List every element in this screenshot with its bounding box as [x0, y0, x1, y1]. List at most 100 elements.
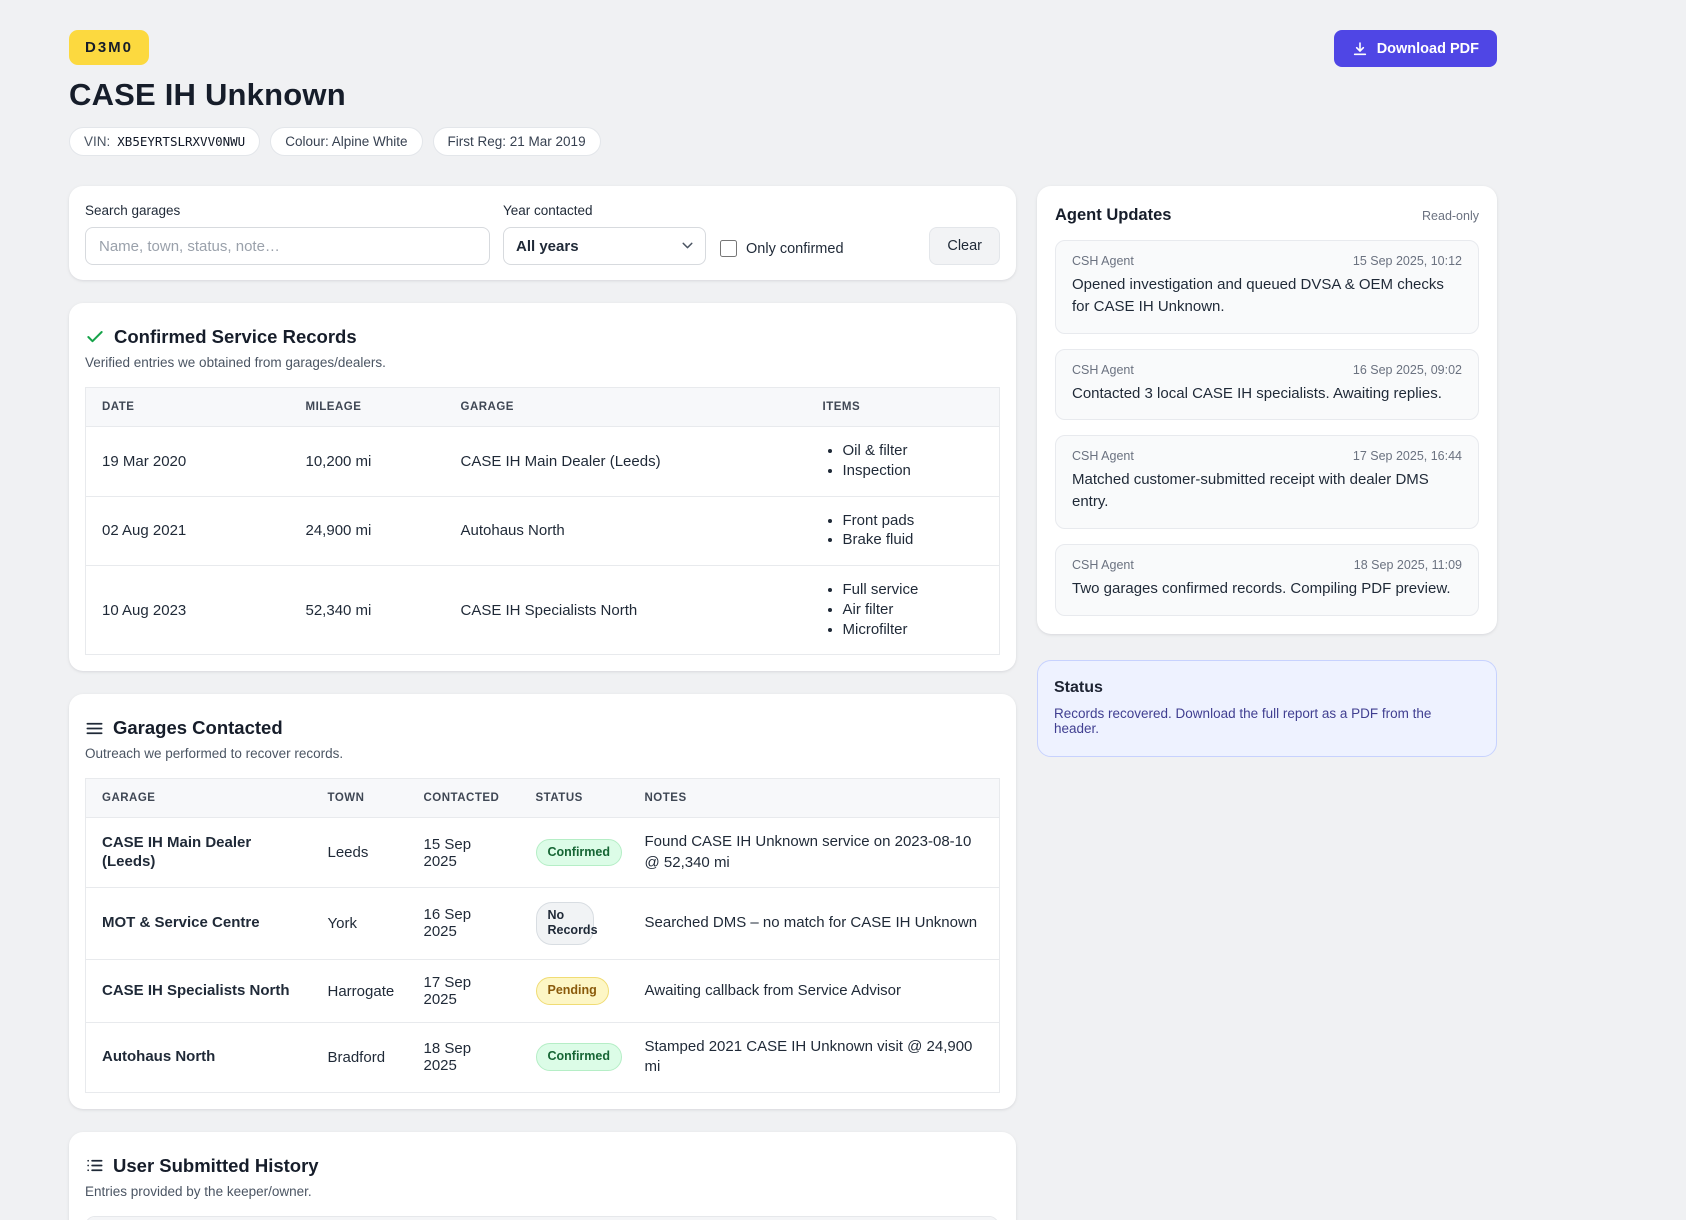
- table-row: MOT & Service Centre York 16 Sep 2025 No…: [85, 886, 1000, 960]
- garage-name: CASE IH Main Dealer (Leeds): [102, 833, 252, 870]
- garage-status-cell: Pending: [519, 959, 629, 1023]
- list-icon: [85, 1156, 104, 1175]
- garage-notes: Stamped 2021 CASE IH Unknown visit @ 24,…: [628, 1022, 1000, 1092]
- search-field-group: Search garages: [85, 203, 490, 265]
- colour-chip: Colour: Alpine White: [270, 127, 423, 156]
- garage-town: York: [311, 886, 408, 960]
- table-row: Autohaus North Bradford 18 Sep 2025 Conf…: [85, 1022, 1000, 1092]
- garage-status-cell: No Records: [519, 886, 629, 960]
- table-row: CASE IH Specialists North Harrogate 17 S…: [85, 959, 1000, 1023]
- record-item: Microfilter: [843, 621, 984, 640]
- agent-author: CSH Agent: [1072, 557, 1134, 572]
- agent-update-card: CSH Agent 15 Sep 2025, 10:12 Opened inve…: [1055, 240, 1479, 334]
- column-header-notes: NOTES: [628, 778, 1000, 819]
- garages-contacted-table: GARAGE TOWN CONTACTED STATUS NOTES CASE …: [85, 778, 1000, 1093]
- section-title-confirmed-records: Confirmed Service Records: [114, 326, 357, 347]
- section-subtitle: Verified entries we obtained from garage…: [85, 355, 386, 370]
- header-left: D3M0 CASE IH Unknown VIN: XB5EYRTSLRXVV0…: [69, 30, 601, 156]
- confirmed-records-table: DATE MILEAGE GARAGE ITEMS 19 Mar 2020 10…: [85, 387, 1000, 656]
- status-badge: Pending: [535, 977, 609, 1005]
- agent-timestamp: 18 Sep 2025, 11:09: [1353, 557, 1462, 572]
- column-header-status: STATUS: [519, 778, 629, 819]
- agent-updates-list: CSH Agent 15 Sep 2025, 10:12 Opened inve…: [1055, 240, 1479, 616]
- garage-notes: Found CASE IH Unknown service on 2023-08…: [644, 833, 972, 871]
- agent-updates-panel: Agent Updates Read-only CSH Agent 15 Sep…: [1037, 186, 1497, 634]
- search-input[interactable]: [85, 227, 490, 265]
- page: D3M0 CASE IH Unknown VIN: XB5EYRTSLRXVV0…: [0, 0, 1686, 1220]
- only-confirmed-checkbox[interactable]: [720, 240, 737, 257]
- record-garage: Autohaus North: [444, 495, 807, 566]
- menu-icon: [85, 719, 104, 738]
- page-title: CASE IH Unknown: [69, 77, 346, 112]
- column-header-items: ITEMS: [806, 387, 1000, 427]
- agent-update-card: CSH Agent 17 Sep 2025, 16:44 Matched cus…: [1055, 435, 1479, 529]
- history-entry: 12 Sep 2020 15,800 mi Oil & filter at ho…: [85, 1215, 999, 1220]
- garage-town: Harrogate: [311, 959, 408, 1023]
- column-header-garage: GARAGE: [85, 778, 312, 819]
- garage-status-cell: Confirmed: [520, 818, 629, 888]
- table-row: 19 Mar 2020 10,200 mi CASE IH Main Deale…: [86, 427, 1000, 497]
- clear-button[interactable]: Clear: [929, 227, 1000, 265]
- year-label: Year contacted: [503, 203, 593, 218]
- column-header-town: TOWN: [311, 778, 408, 819]
- table-row: 02 Aug 2021 24,900 mi Autohaus North Fro…: [85, 495, 1000, 566]
- section-title-garages-contacted: Garages Contacted: [113, 717, 283, 739]
- record-mileage: 24,900 mi: [289, 495, 445, 566]
- main-column: Search garages Year contacted All years: [69, 186, 1016, 1220]
- only-confirmed-toggle[interactable]: Only confirmed: [720, 240, 844, 257]
- record-items: Front padsBrake fluid: [806, 495, 1000, 566]
- garage-name: Autohaus North: [85, 1022, 312, 1092]
- download-icon: [1352, 41, 1368, 57]
- garage-name: MOT & Service Centre: [85, 886, 312, 960]
- status-badge: Confirmed: [535, 1043, 622, 1072]
- status-panel: Status Records recovered. Download the f…: [1037, 659, 1497, 757]
- record-item: Inspection: [843, 462, 984, 481]
- first-reg-chip: First Reg: 21 Mar 2019: [432, 127, 601, 156]
- garages-contacted-section: Garages Contacted Outreach we performed …: [69, 694, 1016, 1109]
- record-mileage: 52,340 mi: [289, 564, 445, 655]
- garage-contacted-date: 16 Sep 2025: [407, 886, 520, 960]
- status-badge: No Records: [535, 901, 598, 945]
- section-title-user-history: User Submitted History: [113, 1154, 319, 1176]
- check-icon: [85, 327, 105, 347]
- demo-badge: D3M0: [69, 30, 150, 65]
- year-select[interactable]: All years: [503, 227, 706, 265]
- readonly-badge: Read-only: [1422, 209, 1479, 223]
- record-date: 10 Aug 2023: [85, 564, 290, 655]
- garage-contacted-date: 17 Sep 2025: [407, 959, 520, 1023]
- filter-bar: Search garages Year contacted All years: [69, 186, 1016, 280]
- status-title: Status: [1054, 678, 1103, 696]
- confirmed-records-section: Confirmed Service Records Verified entri…: [69, 303, 1016, 672]
- record-date: 02 Aug 2021: [85, 495, 290, 566]
- year-field-group: Year contacted All years: [503, 203, 706, 265]
- agent-author: CSH Agent: [1072, 254, 1134, 268]
- table-header-row: DATE MILEAGE GARAGE ITEMS: [85, 387, 1000, 427]
- vehicle-chips: VIN: XB5EYRTSLRXVV0NWU Colour: Alpine Wh…: [69, 127, 601, 156]
- history-entry-header: 12 Sep 2020 15,800 mi: [86, 1216, 998, 1220]
- status-badge: Confirmed: [535, 838, 622, 867]
- user-history-section: User Submitted History Entries provided …: [69, 1131, 1016, 1220]
- agent-update-card: CSH Agent 16 Sep 2025, 09:02 Contacted 3…: [1055, 348, 1479, 421]
- garage-contacted-date: 15 Sep 2025: [423, 835, 472, 870]
- vin-label: VIN:: [84, 134, 111, 149]
- agent-timestamp: 17 Sep 2025, 16:44: [1352, 449, 1462, 464]
- garage-town: Leeds: [327, 844, 369, 861]
- agent-updates-title: Agent Updates: [1055, 206, 1172, 224]
- vin-value: XB5EYRTSLRXVV0NWU: [117, 134, 246, 149]
- section-subtitle: Outreach we performed to recover records…: [85, 746, 344, 762]
- column-header-mileage: MILEAGE: [289, 387, 445, 427]
- record-garage: CASE IH Specialists North: [444, 564, 807, 655]
- record-item: Air filter: [843, 601, 984, 620]
- record-date: 19 Mar 2020: [102, 452, 187, 470]
- column-header-contacted: CONTACTED: [407, 778, 520, 819]
- agent-message: Contacted 3 local CASE IH specialists. A…: [1072, 384, 1442, 402]
- agent-author: CSH Agent: [1072, 449, 1134, 464]
- agent-author: CSH Agent: [1072, 362, 1134, 377]
- status-message: Records recovered. Download the full rep…: [1054, 705, 1432, 736]
- download-pdf-button[interactable]: Download PDF: [1333, 30, 1497, 67]
- header: D3M0 CASE IH Unknown VIN: XB5EYRTSLRXVV0…: [69, 30, 1497, 156]
- record-mileage: 10,200 mi: [305, 452, 372, 470]
- record-item: Front pads: [843, 512, 984, 531]
- table-row: 10 Aug 2023 52,340 mi CASE IH Specialist…: [85, 564, 1000, 655]
- record-garage: CASE IH Main Dealer (Leeds): [460, 452, 661, 470]
